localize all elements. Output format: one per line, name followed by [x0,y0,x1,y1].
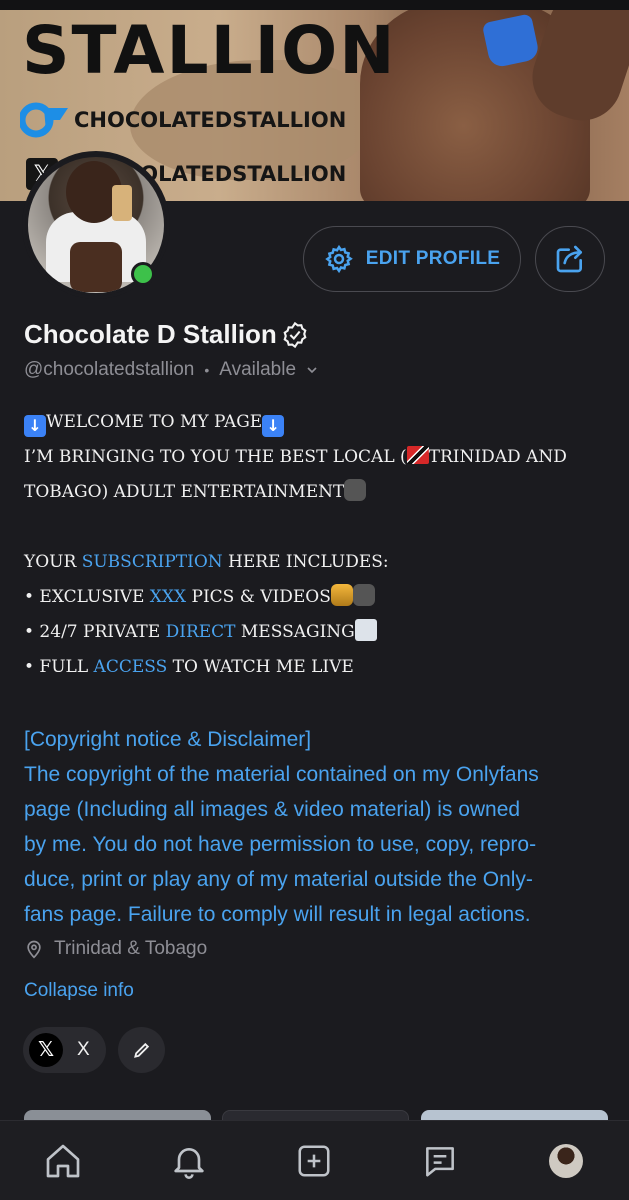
copyright-line: by me. You do not have permission to use… [24,833,537,856]
nav-home[interactable] [33,1131,93,1191]
banner-onlyfans-handle: CHOCOLATEDSTALLION [74,108,347,132]
x-social-chip[interactable]: 𝕏 X [23,1027,106,1073]
home-icon [46,1144,80,1177]
nav-notifications[interactable] [159,1131,219,1191]
bio-sub-a: YOUR [24,552,82,572]
avatar-phone [112,185,132,221]
bio-intro-line: I’M BRINGING TO YOU THE BEST LOCAL ( TRIN… [24,440,604,475]
down-arrow-emoji-icon: ↓ [262,415,285,437]
x-social-label: X [77,1039,90,1060]
availability-dropdown[interactable]: Available [219,359,320,381]
onlyfans-logo-icon [20,102,68,138]
gear-icon [325,244,353,274]
pencil-icon [133,1042,149,1058]
chevron-down-icon [307,367,317,374]
x-logo-icon: 𝕏 [29,1033,63,1067]
availability-status: Available [219,359,297,380]
bio-welcome: WELCOME TO MY PAGE [46,412,263,432]
bio-b3-a: • FULL [24,657,94,677]
profile-meta: @chocolatedstallion • Available [24,359,320,381]
bell-icon [174,1147,204,1179]
bio-sub-b: HERE INCLUDES: [222,552,389,572]
bio-bullet-1: • EXCLUSIVE XXX PICS & VIDEOS [24,580,604,615]
display-name-text: Chocolate D Stallion [24,319,277,349]
nav-add-post[interactable] [284,1131,344,1191]
location-text: Trinidad & Tobago [54,938,208,959]
xxx-link[interactable]: XXX [150,587,186,607]
down-arrow-emoji-icon: ↓ [24,415,46,437]
camera-flash-emoji-icon [330,584,353,606]
access-link[interactable]: ACCESS [94,657,168,677]
bio-welcome-line: ↓ WELCOME TO MY PAGE ↓ [24,405,604,440]
location-pin-icon [27,940,41,959]
bio-bullet-3: • FULL ACCESS TO WATCH ME LIVE [24,650,604,685]
copyright-notice: [Copyright notice & Disclaimer] The copy… [24,722,614,932]
bio-b3-b: TO WATCH ME LIVE [167,657,354,677]
profile-avatar-small [549,1143,584,1178]
username: @chocolatedstallion [24,359,195,380]
collapse-info-link[interactable]: Collapse info [24,980,134,1002]
online-status-dot [131,262,155,286]
bio-blank-line [24,510,604,545]
avatar-torso [70,242,122,292]
movie-camera-emoji-icon [344,479,367,501]
edit-profile-label: EDIT PROFILE [365,248,501,269]
bio-bullet-2: • 24/7 PRIVATE DIRECT MESSAGING [24,615,604,650]
profile-bio: ↓ WELCOME TO MY PAGE ↓ I’M BRINGING TO YOU… [24,405,604,685]
location: Trinidad & Tobago [24,938,207,960]
direct-link[interactable]: DIRECT [166,622,236,642]
movie-camera-emoji-icon [352,584,375,606]
bio-intro-c: TOBAGO) ADULT ENTERTAINMENT [24,482,345,502]
bio-b2-b: MESSAGING [235,622,355,642]
copyright-line: fans page. Failure to comply will result… [24,903,531,926]
bio-b1-b: PICS & VIDEOS [186,587,331,607]
status-strip [0,0,629,10]
subscription-link[interactable]: SUBSCRIPTION [82,552,223,572]
nav-messages[interactable] [410,1131,470,1191]
share-icon [556,245,582,273]
bottom-navigation [0,1120,629,1200]
messages-icon [426,1146,455,1177]
nav-profile[interactable] [536,1131,596,1191]
copyright-line: duce, print or play any of my material o… [24,868,533,891]
bio-intro-b: TRINIDAD AND [428,447,567,467]
add-post-icon [298,1144,331,1177]
bio-subscription-line: YOUR SUBSCRIPTION HERE INCLUDES: [24,545,604,580]
inbox-emoji-icon [354,619,377,641]
meta-separator: • [204,362,210,378]
edit-socials-button[interactable] [118,1027,165,1073]
copyright-line: [Copyright notice & Disclaimer] [24,728,312,751]
edit-profile-button[interactable]: EDIT PROFILE [303,226,521,292]
profile-display-name: Chocolate D Stallion [24,319,309,350]
bio-intro-line-2: TOBAGO) ADULT ENTERTAINMENT [24,475,604,510]
bio-intro-a: I’M BRINGING TO YOU THE BEST LOCAL ( [24,447,407,467]
share-profile-button[interactable] [535,226,605,292]
copyright-line: page (Including all images & video mater… [24,798,521,821]
copyright-line: The copyright of the material contained … [24,763,539,786]
bio-b2-a: • 24/7 PRIVATE [24,622,166,642]
banner-brand-text: STALLION [22,12,397,89]
flag-tt-emoji-icon [406,446,429,464]
verified-badge-icon [283,321,307,348]
bio-b1-a: • EXCLUSIVE [24,587,150,607]
